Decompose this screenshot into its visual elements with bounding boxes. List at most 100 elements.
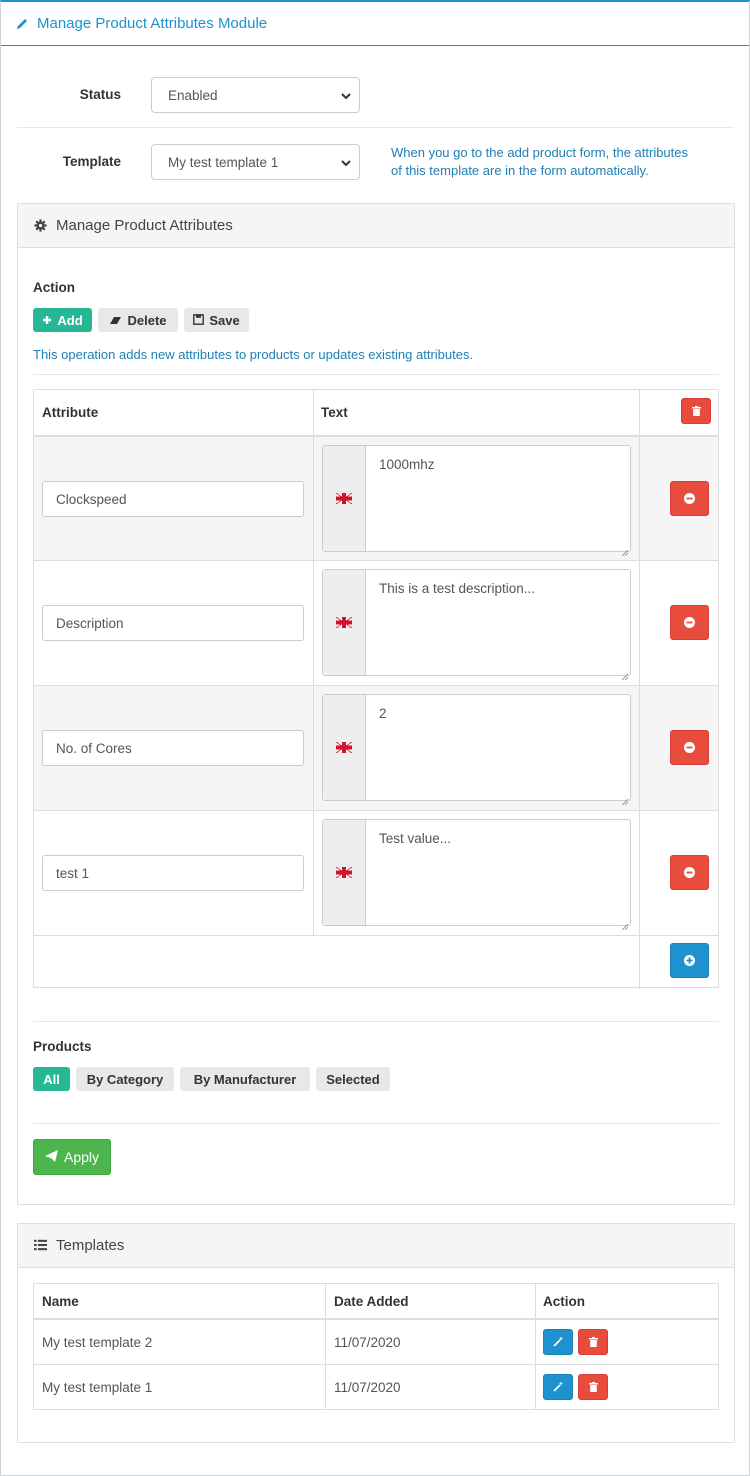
filter-by-manufacturer-button[interactable]: By Manufacturer — [180, 1067, 310, 1091]
template-select[interactable]: My test template 1 — [151, 144, 360, 180]
flag-icon — [323, 570, 366, 675]
delete-template-button[interactable] — [578, 1374, 608, 1400]
remove-row-button[interactable] — [670, 481, 709, 516]
template-help: When you go to the add product form, the… — [391, 144, 731, 180]
magic-wand-icon — [552, 1379, 564, 1395]
module-title: Manage Product Attributes Module — [37, 15, 268, 32]
attribute-input-value: Clockspeed — [56, 491, 127, 507]
column-divider — [639, 811, 640, 935]
template-help-line: of this template are in the form automat… — [391, 163, 649, 178]
eraser-icon — [109, 313, 122, 328]
floppy-icon — [193, 313, 205, 328]
divider — [33, 1021, 719, 1022]
magic-wand-icon — [552, 1334, 564, 1350]
column-divider — [639, 437, 640, 560]
apply-button[interactable]: Apply — [33, 1139, 111, 1175]
products-label: Products — [33, 1039, 92, 1054]
save-button[interactable]: Save — [184, 308, 249, 332]
filter-selected-label: Selected — [326, 1071, 380, 1087]
flag-icon — [323, 820, 366, 925]
save-button-label: Save — [209, 312, 240, 328]
column-divider — [639, 686, 640, 810]
table-row: Description This is a test description..… — [34, 561, 718, 685]
attributes-panel-title: Manage Product Attributes — [56, 217, 233, 234]
attribute-text-value: 1000mhz — [379, 457, 435, 472]
attributes-table: Attribute Text Clockspeed 1000mhz Descri… — [33, 389, 719, 989]
delete-button[interactable]: Delete — [98, 308, 178, 332]
apply-button-label: Apply — [63, 1149, 100, 1165]
minus-circle-icon — [684, 491, 695, 507]
attributes-panel-header: Manage Product Attributes — [18, 204, 734, 248]
add-row-button[interactable] — [670, 943, 709, 978]
plus-icon — [42, 313, 52, 328]
status-select-value: Enabled — [168, 87, 218, 103]
remove-row-button[interactable] — [670, 855, 709, 890]
attribute-text-field[interactable]: 1000mhz — [322, 445, 631, 557]
module-container: Manage Product Attributes Module Status … — [0, 0, 750, 1476]
edit-template-button[interactable] — [543, 1329, 573, 1355]
plus-circle-icon — [684, 953, 695, 969]
remove-row-button[interactable] — [670, 730, 709, 765]
table-row: test 1 Test value... — [34, 811, 718, 935]
minus-circle-icon — [684, 615, 695, 631]
column-divider — [325, 1284, 326, 1409]
module-header: Manage Product Attributes Module — [1, 2, 749, 46]
resize-handle-icon[interactable] — [621, 917, 629, 931]
chevron-down-icon — [341, 156, 351, 167]
attribute-text-field[interactable]: 2 — [322, 694, 631, 806]
filter-selected-button[interactable]: Selected — [316, 1067, 390, 1091]
minus-circle-icon — [684, 865, 695, 881]
trash-icon — [588, 1379, 598, 1395]
edit-template-button[interactable] — [543, 1374, 573, 1400]
filter-by-category-label: By Category — [86, 1071, 164, 1087]
attribute-text-field[interactable]: This is a test description... — [322, 569, 631, 681]
delete-all-button[interactable] — [681, 398, 711, 424]
attribute-input[interactable]: test 1 — [42, 855, 304, 891]
column-divider — [639, 561, 640, 685]
add-button[interactable]: Add — [33, 308, 92, 332]
resize-handle-icon[interactable] — [621, 792, 629, 806]
filter-all-button[interactable]: All — [33, 1067, 70, 1091]
trash-icon — [691, 403, 701, 419]
flag-icon — [323, 446, 366, 551]
attribute-input[interactable]: Clockspeed — [42, 481, 304, 517]
attribute-input[interactable]: No. of Cores — [42, 730, 304, 766]
table-row: Clockspeed 1000mhz — [34, 437, 718, 560]
templates-table: Name Date Added Action My test template … — [33, 1283, 719, 1410]
column-divider — [313, 437, 314, 560]
divider — [33, 1123, 719, 1124]
attribute-text-field[interactable]: Test value... — [322, 819, 631, 931]
header-divider — [34, 1318, 718, 1320]
template-help-line: When you go to the add product form, the… — [391, 145, 689, 160]
row-divider — [34, 1364, 718, 1365]
divider — [17, 127, 734, 128]
paper-plane-icon — [44, 1149, 58, 1165]
column-header-name: Name — [42, 1294, 79, 1309]
flag-icon — [323, 695, 366, 800]
resize-handle-icon[interactable] — [621, 543, 629, 557]
delete-template-button[interactable] — [578, 1329, 608, 1355]
attribute-input-value: test 1 — [56, 865, 90, 881]
filter-by-category-button[interactable]: By Category — [76, 1067, 174, 1091]
column-divider — [313, 811, 314, 935]
attributes-info: This operation adds new attributes to pr… — [33, 347, 474, 362]
remove-row-button[interactable] — [670, 605, 709, 640]
gear-icon — [34, 219, 47, 232]
chevron-down-icon — [341, 89, 351, 100]
attributes-panel: Manage Product Attributes Action Add Del… — [17, 203, 735, 1205]
pencil-icon — [15, 17, 29, 31]
action-label: Action — [33, 280, 75, 295]
trash-icon — [588, 1334, 598, 1350]
template-date: 11/07/2020 — [334, 1380, 401, 1395]
attribute-text-value: 2 — [379, 706, 387, 721]
attribute-text-value: Test value... — [379, 831, 452, 846]
resize-handle-icon[interactable] — [621, 667, 629, 681]
template-select-value: My test template 1 — [168, 154, 279, 170]
add-button-label: Add — [57, 312, 83, 328]
attribute-input[interactable]: Description — [42, 605, 304, 641]
table-row: No. of Cores 2 — [34, 686, 718, 810]
status-select[interactable]: Enabled — [151, 77, 360, 113]
column-divider — [313, 561, 314, 685]
attribute-input-value: Description — [56, 615, 124, 631]
templates-panel-title: Templates — [56, 1237, 125, 1254]
